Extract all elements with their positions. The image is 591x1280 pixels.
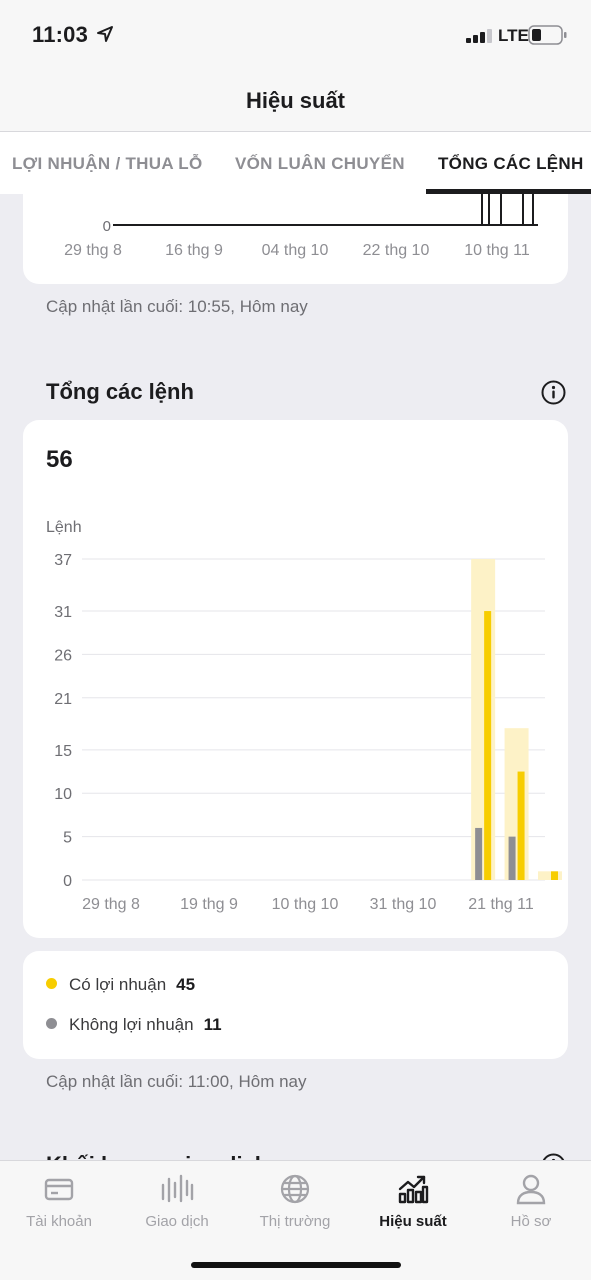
tabbar-item-profile[interactable]: Hồ sơ: [472, 1173, 590, 1230]
profile-icon: [516, 1174, 546, 1205]
tabbar-item-market[interactable]: Thị trường: [236, 1173, 354, 1230]
bar-total: [538, 871, 562, 880]
y-tick-label: 31: [54, 604, 72, 621]
tabbar-label: Thị trường: [259, 1213, 331, 1230]
bar-profit: [517, 771, 525, 880]
bar-total: [471, 559, 496, 880]
legend-item-no-profit: Không lợi nhuận 11: [46, 1015, 222, 1035]
legend-dot: [46, 1018, 57, 1029]
legend-count: 45: [176, 975, 196, 994]
y-tick-label: 15: [54, 743, 72, 760]
bar-total: [504, 728, 529, 880]
tabbar-label: Hiệu suất: [379, 1213, 447, 1230]
y-tick-label: 10: [54, 786, 72, 803]
bar-no-profit: [475, 827, 483, 880]
tabbar-item-trade[interactable]: Giao dịch: [118, 1173, 236, 1230]
bar-no-profit: [508, 836, 516, 880]
y-tick-label: 37: [54, 552, 72, 569]
legend-item-profit: Có lợi nhuận 45: [46, 975, 195, 995]
tabbar-item-performance[interactable]: Hiệu suất: [354, 1173, 472, 1230]
orders-bar-chart: 0 5 10 15 21 26 31 37 29 thg 8 19 thg 9 10 thg 10 3…: [54, 552, 562, 913]
candles-icon: [161, 1174, 194, 1203]
tabbar-label: Hồ sơ: [510, 1213, 552, 1230]
x-tick-label: 31 thg 10: [370, 896, 437, 913]
y-tick-label: 26: [54, 647, 72, 664]
legend-card: [23, 951, 568, 1059]
x-tick-label: 19 thg 9: [180, 896, 238, 913]
x-tick-label: 29 thg 8: [82, 896, 140, 913]
legend-count: 11: [203, 1015, 222, 1034]
legend-label: Có lợi nhuận: [69, 975, 167, 994]
tabbar-item-account[interactable]: Tài khoản: [0, 1173, 118, 1230]
performance-chart-icon: [398, 1175, 429, 1204]
tabbar-label: Tài khoản: [26, 1213, 92, 1230]
orders-chart-updated: Cập nhật lần cuối: 11:00, Hôm nay: [46, 1072, 307, 1091]
card-icon: [44, 1178, 74, 1201]
legend-label: Không lợi nhuận: [69, 1015, 194, 1034]
globe-icon: [280, 1174, 310, 1204]
legend-dot: [46, 978, 57, 989]
y-tick-label: 21: [54, 691, 72, 708]
x-tick-label: 10 thg 10: [272, 896, 339, 913]
home-indicator: [191, 1262, 401, 1268]
x-tick-label: 21 thg 11: [468, 896, 534, 913]
tabbar-label: Giao dịch: [145, 1213, 209, 1230]
bar-profit: [551, 871, 558, 880]
y-tick-label: 0: [63, 873, 72, 890]
y-tick-label: 5: [63, 830, 72, 847]
bar-profit: [484, 611, 492, 880]
